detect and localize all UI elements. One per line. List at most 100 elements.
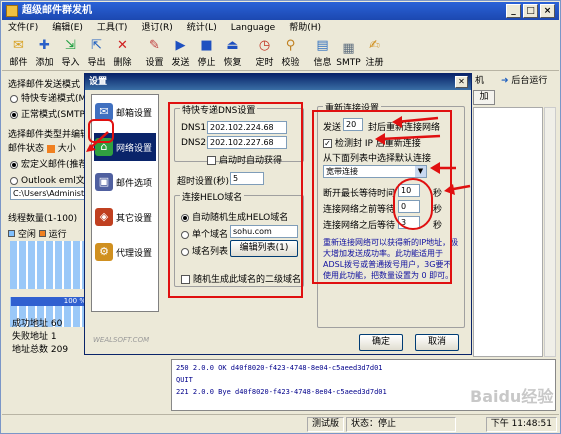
list-scrollbar[interactable] — [544, 107, 556, 357]
server-icon: ▦ — [342, 41, 355, 56]
fail-row: 失败地址 1 — [12, 332, 57, 342]
verify-button[interactable]: ⚲ 校验 — [278, 37, 303, 70]
toolbar: ✉ 邮件 ✚ 添加 ⇲ 导入 ⇱ 导出 ✕ 删除 ✎ 设置 ▶ 发送 ■ 停止 ⏏ 恢复 ◷ 定时 … — [2, 37, 559, 71]
helo-auto-radio[interactable]: 自动随机生成HELO域名 — [181, 210, 288, 223]
dns2-input[interactable]: 202.102.227.68 — [207, 136, 287, 149]
nav-mailbox-settings[interactable]: ✉ 邮箱设置 — [94, 98, 156, 126]
background-run-button[interactable]: ➜ 后台运行 — [501, 73, 547, 86]
clock-icon: ◷ — [258, 38, 271, 53]
select-default-label: 从下面列表中选择默认连接 — [323, 154, 432, 164]
resume-button[interactable]: ⏏ 恢复 — [220, 37, 245, 70]
helo-list-radio[interactable]: 域名列表 — [181, 244, 228, 257]
title-bar: 超级邮件群发机 _ □ × — [2, 2, 559, 20]
menu-edit[interactable]: 编辑(E) — [52, 21, 83, 36]
nav-mail-options[interactable]: ▣ 邮件选项 — [94, 168, 156, 196]
export-icon: ⇱ — [91, 38, 102, 53]
smtp-button[interactable]: ▦ SMTP — [336, 37, 361, 70]
timeout-input[interactable]: 5 — [230, 172, 264, 185]
path-field[interactable]: C:\Users\Administ — [10, 187, 94, 200]
ok-button[interactable]: 确定 — [359, 334, 403, 351]
proxy-icon: ⚙ — [95, 243, 113, 261]
after-wait-label: 连接网络之后等待 — [323, 221, 396, 231]
add-button[interactable]: ✚ 添加 — [32, 37, 57, 70]
import-button[interactable]: ⇲ 导入 — [58, 37, 83, 70]
threads-label: 线程数量(1-100) — [8, 214, 78, 224]
auto-dns-checkbox[interactable]: 启动时自动获得 — [207, 153, 282, 166]
delete-icon: ✕ — [117, 38, 128, 53]
after-wait-input[interactable]: 3 — [398, 216, 420, 229]
dns1-input[interactable]: 202.102.224.68 — [207, 121, 287, 134]
mode-label: 选择邮件发送模式 — [8, 80, 81, 90]
other-settings-icon: ◈ — [95, 208, 113, 226]
dialog-title: 设置 ✕ — [85, 74, 471, 90]
add-small-button[interactable]: 加 — [473, 90, 495, 105]
settings-button[interactable]: ✎ 设置 — [142, 37, 167, 70]
send-label: 发送 — [323, 123, 342, 133]
menu-tools[interactable]: 工具(T) — [97, 21, 128, 36]
close-button[interactable]: × — [540, 4, 555, 18]
version-status: 测试版 — [307, 417, 345, 432]
stop-button[interactable]: ■ 停止 — [194, 37, 219, 70]
before-wait-label: 连接网络之前等待 — [323, 205, 396, 215]
cancel-button[interactable]: 取消 — [415, 334, 459, 351]
status-row: 邮件状态 大小 — [8, 144, 76, 154]
eject-icon: ⏏ — [226, 38, 239, 53]
seconds-label: 秒 — [433, 189, 443, 199]
before-wait-input[interactable]: 0 — [398, 200, 420, 213]
dialog-close-button[interactable]: ✕ — [455, 76, 468, 88]
delete-button[interactable]: ✕ 删除 — [110, 37, 135, 70]
seconds-label: 秒 — [433, 221, 443, 231]
register-icon: ✍ — [369, 38, 380, 53]
custom-mail-radio[interactable]: 宏定义邮件(推荐) — [10, 157, 91, 170]
menu-stats[interactable]: 统计(L) — [187, 21, 217, 36]
export-button[interactable]: ⇱ 导出 — [84, 37, 109, 70]
menu-language[interactable]: Language — [231, 21, 275, 36]
minimize-button[interactable]: _ — [506, 4, 521, 18]
nav-network-settings[interactable]: ⌂ 网络设置 — [94, 133, 156, 161]
pencil-icon: ✎ — [149, 38, 160, 53]
total-row: 地址总数 209 — [12, 345, 69, 355]
menu-help[interactable]: 帮助(H) — [289, 21, 321, 36]
random-subdomain-checkbox[interactable]: 随机生成此域名的二级域名 — [181, 272, 301, 285]
time-status: 下午 11:48:51 — [485, 417, 557, 432]
mode-normal-radio[interactable]: 正常模式(SMTP) — [10, 107, 88, 120]
timeout-label: 超时设置(秒) — [177, 177, 230, 187]
settings-nav: ✉ 邮箱设置 ⌂ 网络设置 ▣ 邮件选项 ◈ 其它设置 ⚙ 代理设置 — [91, 94, 159, 312]
maximize-button[interactable]: □ — [523, 4, 538, 18]
max-wait-input[interactable]: 10 — [398, 184, 420, 197]
mail-button[interactable]: ✉ 邮件 — [6, 37, 31, 70]
success-row: 成功地址 60 — [12, 319, 63, 329]
dns1-label: DNS1 — [181, 123, 207, 133]
helo-single-input[interactable]: sohu.com — [230, 225, 298, 238]
info-button[interactable]: ▤ 信息 — [310, 37, 335, 70]
mail-options-icon: ▣ — [95, 173, 113, 191]
nav-proxy-settings[interactable]: ⚙ 代理设置 — [94, 238, 156, 266]
send-count-input[interactable]: 20 — [343, 118, 363, 131]
info-icon: ▤ — [316, 38, 329, 53]
type-label: 选择邮件类型并编辑 — [8, 130, 90, 140]
ip-check-checkbox[interactable]: ✓ 检测封 IP 后重新连接 — [323, 136, 421, 149]
log-line: 250 2.0.0 OK d40f8020-f423-4748-8e04-c5a… — [176, 364, 383, 372]
import-icon: ⇲ — [65, 38, 76, 53]
progress-bar: 100 % — [11, 297, 94, 306]
edit-list-button[interactable]: 编辑列表(1) — [230, 240, 298, 257]
address-list — [473, 107, 543, 357]
menu-bar: 文件(F) 编辑(E) 工具(T) 退订(R) 统计(L) Language 帮… — [2, 21, 559, 36]
send-suffix: 封后重新连接网络 — [368, 123, 441, 133]
menu-unsubscribe[interactable]: 退订(R) — [141, 21, 172, 36]
dropdown-arrow-icon[interactable]: ▼ — [415, 166, 426, 177]
nav-other-settings[interactable]: ◈ 其它设置 — [94, 203, 156, 231]
helo-single-radio[interactable]: 单个域名 — [181, 227, 228, 240]
timer-button[interactable]: ◷ 定时 — [252, 37, 277, 70]
status-bar: 测试版 状态：停止 下午 11:48:51 — [2, 414, 559, 434]
site-logo: WEALSOFT.COM — [93, 336, 150, 344]
register-button[interactable]: ✍ 注册 — [362, 37, 387, 70]
connection-select[interactable]: 宽带连接 ▼ — [323, 165, 427, 178]
app-icon — [6, 5, 18, 17]
add-icon: ✚ — [39, 38, 50, 53]
settings-dialog: 设置 ✕ ✉ 邮箱设置 ⌂ 网络设置 ▣ 邮件选项 ◈ 其它设置 ⚙ 代理设置 特快专递D… — [84, 73, 472, 355]
outlook-radio[interactable]: Outlook eml文件 — [10, 173, 94, 186]
right-background: 机 ➜ 后台运行 加 — [471, 73, 561, 358]
menu-file[interactable]: 文件(F) — [8, 21, 38, 36]
send-button[interactable]: ▶ 发送 — [168, 37, 193, 70]
